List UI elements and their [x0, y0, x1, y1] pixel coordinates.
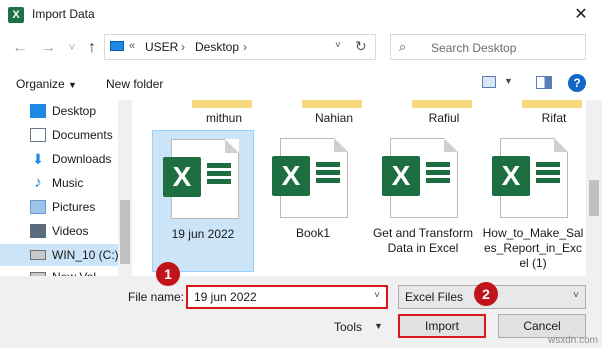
sidebar-scrollbar[interactable]	[118, 100, 132, 276]
excel-file-icon: X	[492, 138, 572, 220]
breadcrumb-separator-icon[interactable]: ›	[181, 40, 185, 54]
forward-arrow-icon[interactable]: →	[38, 38, 58, 58]
sidebar-item-label: Documents	[52, 128, 113, 142]
up-arrow-icon[interactable]: ↑	[82, 38, 102, 58]
file-name-field[interactable]: 19 jun 2022 ˅	[186, 285, 388, 309]
search-input[interactable]: ⌕ Search Desktop	[390, 34, 586, 60]
folder-icon	[192, 100, 252, 108]
excel-file-icon: X	[382, 138, 462, 220]
breadcrumb-user[interactable]: USER	[145, 40, 178, 54]
sidebar-item-documents[interactable]: Documents	[30, 124, 132, 146]
import-button[interactable]: Import	[398, 314, 486, 338]
sidebar-item-desktop[interactable]: Desktop	[30, 100, 132, 122]
sidebar-item-label: Videos	[52, 224, 89, 238]
folder-item-label[interactable]: mithun	[174, 111, 274, 125]
file-list-scrollbar-thumb[interactable]	[589, 180, 599, 216]
excel-file-icon: X	[163, 139, 243, 221]
sidebar-item-win10-drive[interactable]: WIN_10 (C:)	[0, 244, 119, 266]
navigation-pane: Desktop Documents ⬇ Downloads ♪ Music Pi…	[0, 100, 132, 276]
step-badge-2: 2	[474, 282, 498, 306]
chevron-down-icon[interactable]: ˅	[374, 290, 380, 301]
search-icon: ⌕	[399, 39, 407, 54]
file-item[interactable]: X 19 jun 2022	[152, 130, 254, 272]
excel-icon: X	[8, 7, 24, 23]
tools-button[interactable]: Tools	[334, 320, 362, 334]
pictures-icon	[30, 200, 46, 214]
view-options-icon[interactable]	[482, 76, 496, 88]
file-list: mithun Nahian Rafiul Rifat X 19 jun 2022…	[136, 100, 586, 276]
drive-icon	[30, 250, 46, 260]
videos-icon	[30, 224, 46, 238]
dialog-footer: File name: 19 jun 2022 ˅ Excel Files ˅ T…	[0, 276, 602, 348]
back-arrow-icon[interactable]: ←	[10, 38, 30, 58]
file-item[interactable]: X Get and Transform Data in Excel	[372, 130, 474, 272]
search-placeholder: Search Desktop	[431, 41, 517, 55]
file-type-value: Excel Files	[405, 290, 464, 304]
file-name-value: 19 jun 2022	[194, 290, 257, 304]
recent-locations-chevron-icon[interactable]: ˅	[62, 38, 82, 58]
file-name-label: Book1	[295, 226, 331, 240]
breadcrumb-desktop[interactable]: Desktop	[195, 40, 239, 54]
chevron-down-icon: ˅	[573, 290, 579, 301]
organize-label: Organize	[16, 77, 65, 91]
sidebar-item-label: WIN_10 (C:)	[52, 248, 119, 262]
sidebar-item-music[interactable]: ♪ Music	[30, 172, 132, 194]
sidebar-scrollbar-thumb[interactable]	[120, 200, 130, 264]
computer-icon	[110, 41, 124, 51]
folder-item-label[interactable]: Rafiul	[394, 111, 494, 125]
file-name-label: How_to_Make_Sales_Report_in_Excel (1)	[482, 226, 584, 270]
address-bar[interactable]: « USER › Desktop › ˅ ↻	[104, 34, 376, 60]
documents-icon	[30, 128, 46, 142]
address-dropdown-icon[interactable]: ˅	[335, 40, 341, 51]
sidebar-item-pictures[interactable]: Pictures	[30, 196, 132, 218]
file-name-field-label: File name:	[128, 290, 185, 304]
sidebar-item-new-volume[interactable]: New Vol	[30, 266, 132, 276]
step-badge-1: 1	[156, 262, 180, 286]
file-name-label: 19 jun 2022	[171, 227, 235, 241]
sidebar-item-label: Pictures	[52, 200, 96, 214]
sidebar-item-label: Downloads	[52, 152, 112, 166]
folder-icon	[302, 100, 362, 108]
file-name-label: Get and Transform Data in Excel	[372, 226, 474, 255]
close-button[interactable]: ✕	[560, 0, 602, 30]
folder-item-label[interactable]: Nahian	[284, 111, 384, 125]
file-item[interactable]: X Book1	[262, 130, 364, 272]
navigation-bar: ← → ˅ ↑ « USER › Desktop › ˅ ↻ ⌕ Search …	[0, 30, 602, 66]
file-list-scrollbar[interactable]	[586, 100, 602, 276]
organize-button[interactable]: Organize ▼	[16, 77, 77, 91]
sidebar-item-videos[interactable]: Videos	[30, 220, 132, 242]
sidebar-item-label: Music	[52, 176, 84, 190]
chevron-down-icon: ▼	[68, 80, 77, 90]
help-icon[interactable]: ?	[568, 74, 586, 92]
sidebar-item-downloads[interactable]: ⬇ Downloads	[30, 148, 132, 170]
desktop-icon	[30, 104, 46, 118]
folder-icon	[412, 100, 472, 108]
file-item[interactable]: X How_to_Make_Sales_Report_in_Excel (1)	[482, 130, 584, 272]
preview-pane-icon[interactable]	[536, 76, 552, 89]
sidebar-item-label: Desktop	[52, 104, 97, 118]
new-folder-button[interactable]: New folder	[106, 77, 163, 91]
downloads-icon: ⬇	[32, 151, 44, 167]
watermark: wsxdn.com	[547, 335, 598, 346]
refresh-icon[interactable]: ↻	[355, 38, 367, 55]
tools-dropdown-icon[interactable]: ▼	[374, 321, 383, 331]
title-bar: X Import Data ✕	[0, 0, 602, 30]
excel-file-icon: X	[272, 138, 352, 220]
breadcrumb-separator-icon[interactable]: ›	[243, 40, 247, 54]
folder-icon	[522, 100, 582, 108]
window-title: Import Data	[32, 7, 95, 21]
overflow-chevron-icon[interactable]: «	[129, 40, 135, 52]
folder-item-label[interactable]: Rifat	[504, 111, 586, 125]
command-toolbar: Organize ▼ New folder ▼ ?	[0, 66, 602, 100]
sidebar-item-label: New Vol	[52, 266, 96, 276]
view-dropdown-icon[interactable]: ▼	[504, 76, 513, 86]
music-icon: ♪	[34, 174, 42, 191]
